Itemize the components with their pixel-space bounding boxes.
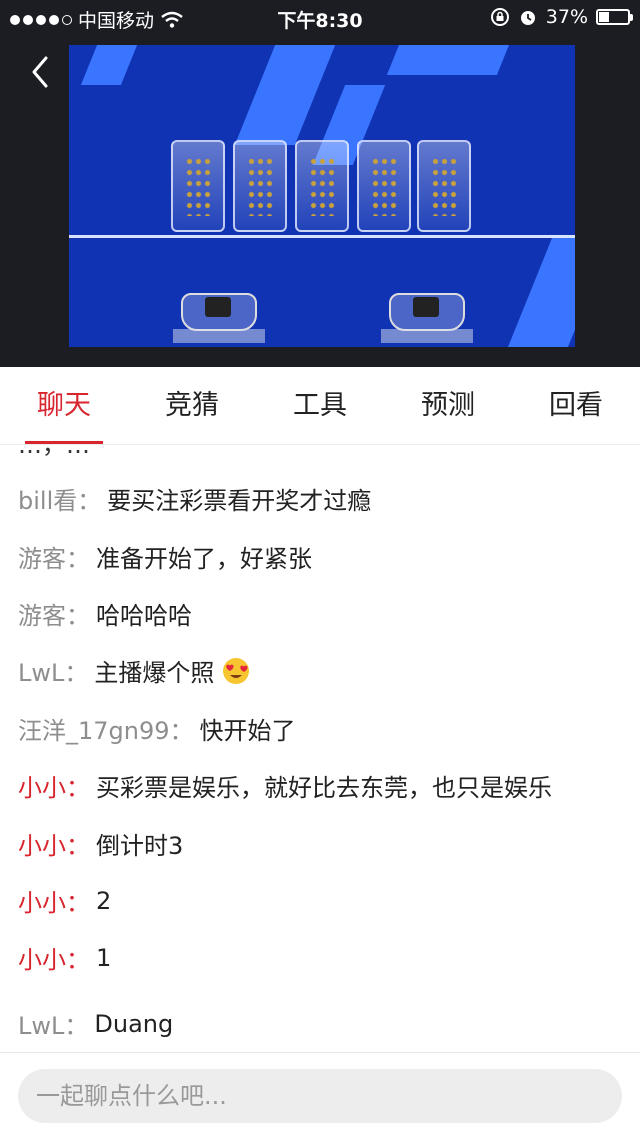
- chat-message: LwL： Duang: [18, 1006, 173, 1041]
- background-stripe: [80, 45, 138, 85]
- chat-message: 小小： 买彩票是娱乐，就好比去东莞，也只是娱乐: [18, 768, 552, 803]
- ball-drum: [295, 140, 349, 232]
- tab-playback[interactable]: 回看: [512, 367, 640, 444]
- background-stripe: [504, 235, 575, 347]
- chat-username[interactable]: 小小：: [18, 940, 90, 975]
- chat-message: LwL： 主播爆个照: [18, 653, 250, 688]
- chat-text: 准备开始了，好紧张: [96, 545, 312, 573]
- heart-eyes-emoji-icon: [223, 657, 250, 684]
- ball-drum: [171, 140, 225, 232]
- chat-text: 2: [96, 886, 112, 915]
- status-bar: 中国移动 下午8:30 37%: [0, 0, 640, 36]
- chat-message: 小小： 1: [18, 940, 111, 975]
- chat-text: 哈哈哈哈: [96, 602, 192, 630]
- chat-message: 小小： 倒计时3: [18, 826, 183, 861]
- chat-message: 小小： 2: [18, 883, 111, 918]
- chat-text: 主播爆个照: [94, 659, 215, 687]
- chat-text: 买彩票是娱乐，就好比去东莞，也只是娱乐: [96, 774, 552, 802]
- chat-message: bill看： 要买注彩票看开奖才过瘾: [18, 481, 371, 516]
- battery-percent: 37%: [545, 6, 588, 28]
- stage-line: [69, 235, 575, 238]
- chat-text: 快开始了: [199, 717, 296, 745]
- tab-tools[interactable]: 工具: [256, 367, 384, 444]
- background-stripe: [386, 45, 522, 75]
- chat-username[interactable]: 小小：: [18, 883, 90, 918]
- cut-off-message: …，…: [18, 445, 90, 459]
- alarm-icon: [520, 11, 535, 25]
- status-right: 37%: [490, 6, 633, 28]
- chat-username[interactable]: bill看：: [18, 481, 101, 516]
- chat-username[interactable]: 游客：: [18, 539, 90, 574]
- chat-username[interactable]: LwL：: [18, 1006, 88, 1041]
- tab-chat[interactable]: 聊天: [0, 367, 128, 444]
- back-chevron-icon[interactable]: [24, 50, 60, 94]
- chat-text: Duang: [94, 1009, 174, 1038]
- lottery-machine: [381, 273, 473, 343]
- tab-bar: 聊天 竞猜 工具 预测 回看: [0, 367, 640, 445]
- chat-message: 游客： 准备开始了，好紧张: [18, 539, 312, 574]
- chat-text: 要买注彩票看开奖才过瘾: [107, 487, 372, 515]
- chat-input-bar: [0, 1052, 640, 1140]
- chat-text: 倒计时3: [96, 832, 184, 860]
- ball-drum: [357, 140, 411, 232]
- chat-username[interactable]: 汪洋_17gn99：: [18, 711, 194, 746]
- chat-message: 汪洋_17gn99： 快开始了: [18, 711, 296, 746]
- chat-username[interactable]: 小小：: [18, 768, 90, 803]
- chat-list[interactable]: …，… bill看： 要买注彩票看开奖才过瘾 游客： 准备开始了，好紧张 游客：…: [0, 445, 640, 1052]
- chat-message: 游客： 哈哈哈哈: [18, 596, 192, 631]
- chat-username[interactable]: LwL：: [18, 653, 88, 688]
- live-video-player[interactable]: [69, 45, 575, 347]
- lottery-machine: [173, 273, 265, 343]
- chat-input[interactable]: [18, 1069, 622, 1123]
- tab-prediction[interactable]: 预测: [384, 367, 512, 444]
- video-area: 中国移动 下午8:30 37%: [0, 0, 640, 367]
- ball-drum: [233, 140, 287, 232]
- rotation-lock-icon: [490, 8, 509, 26]
- chat-username[interactable]: 游客：: [18, 596, 90, 631]
- tab-quiz[interactable]: 竞猜: [128, 367, 256, 444]
- battery-icon: [596, 9, 633, 25]
- chat-text: 1: [96, 943, 112, 972]
- ball-drum: [417, 140, 471, 232]
- chat-username[interactable]: 小小：: [18, 826, 90, 861]
